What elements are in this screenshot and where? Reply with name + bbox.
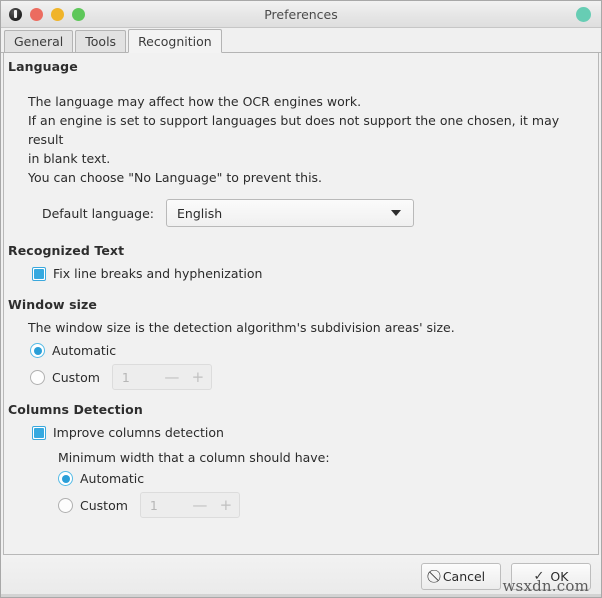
window-size-custom-label: Custom (52, 369, 100, 385)
columns-spin-value: 1 (149, 497, 158, 513)
window-size-custom-row[interactable]: Custom 1 — + (8, 364, 588, 390)
window-bottom-edge (1, 594, 601, 597)
title-bar-right (576, 6, 601, 22)
close-button[interactable] (30, 7, 43, 21)
section-title-recognized-text: Recognized Text (8, 243, 125, 258)
columns-spinbox[interactable]: 1 — + (139, 492, 240, 518)
columns-custom-row[interactable]: Custom 1 — + (8, 492, 588, 518)
window-size-automatic-row[interactable]: Automatic (8, 343, 588, 358)
chevron-down-icon (391, 210, 401, 216)
default-language-select[interactable]: English (166, 199, 414, 227)
status-dot-icon[interactable] (576, 6, 591, 22)
window-size-spin-decrement[interactable]: — (159, 365, 185, 389)
tab-bar: General Tools Recognition (1, 28, 601, 53)
tab-bar-filler (223, 32, 601, 53)
columns-spin-increment[interactable]: + (213, 493, 239, 517)
check-icon: ✓ (533, 568, 545, 584)
ok-button-label: OK (550, 568, 569, 584)
window-title: Preferences (264, 6, 338, 22)
recognition-panel: Language The language may affect how the… (3, 53, 599, 555)
window-size-automatic-label: Automatic (52, 343, 117, 358)
preferences-window: Preferences General Tools Recognition La… (0, 0, 602, 598)
section-title-columns-detection: Columns Detection (8, 402, 143, 417)
columns-automatic-label: Automatic (80, 471, 145, 486)
fix-line-breaks-checkbox[interactable] (32, 266, 46, 281)
cancel-button-label: Cancel (442, 568, 486, 584)
columns-custom-label: Custom (80, 497, 128, 513)
maximize-button[interactable] (72, 7, 85, 21)
title-bar: Preferences (1, 1, 601, 28)
window-size-spin-increment[interactable]: + (185, 365, 211, 389)
window-controls (1, 7, 85, 21)
minimize-button[interactable] (51, 7, 64, 21)
columns-automatic-row[interactable]: Automatic (8, 471, 588, 486)
language-description-line-2: If an engine is set to support languages… (28, 113, 560, 147)
dialog-button-bar: ⃠ Cancel ✓ OK wsxdn.com (1, 555, 601, 597)
window-size-spinbox[interactable]: 1 — + (111, 364, 212, 390)
fix-line-breaks-row[interactable]: Fix line breaks and hyphenization (8, 266, 588, 281)
window-size-custom-radio[interactable] (30, 369, 45, 385)
language-description: The language may affect how the OCR engi… (8, 92, 588, 187)
columns-automatic-radio[interactable] (58, 471, 73, 486)
tab-tools[interactable]: Tools (75, 30, 127, 53)
app-icon (9, 7, 22, 21)
default-language-row: Default language: English (8, 199, 588, 227)
section-title-language: Language (8, 59, 78, 74)
improve-columns-checkbox[interactable] (32, 425, 46, 440)
tab-recognition[interactable]: Recognition (128, 29, 222, 53)
window-size-description: The window size is the detection algorit… (28, 320, 455, 335)
columns-custom-radio[interactable] (58, 497, 73, 513)
improve-columns-row[interactable]: Improve columns detection (8, 425, 588, 440)
language-description-line-1: The language may affect how the OCR engi… (28, 94, 362, 109)
window-size-automatic-radio[interactable] (30, 343, 45, 358)
tab-general[interactable]: General (4, 30, 74, 53)
section-title-window-size: Window size (8, 297, 97, 312)
default-language-label: Default language: (41, 205, 154, 221)
default-language-value: English (177, 205, 223, 221)
window-size-spin-value: 1 (121, 369, 130, 385)
ok-button[interactable]: ✓ OK (511, 562, 591, 590)
language-description-line-4: You can choose "No Language" to prevent … (28, 170, 323, 185)
columns-spin-decrement[interactable]: — (187, 493, 213, 517)
language-description-line-3: in blank text. (28, 151, 111, 166)
improve-columns-label: Improve columns detection (53, 425, 224, 440)
min-column-width-label: Minimum width that a column should have: (58, 450, 330, 465)
fix-line-breaks-label: Fix line breaks and hyphenization (53, 266, 263, 281)
cancel-button[interactable]: ⃠ Cancel (421, 562, 501, 590)
